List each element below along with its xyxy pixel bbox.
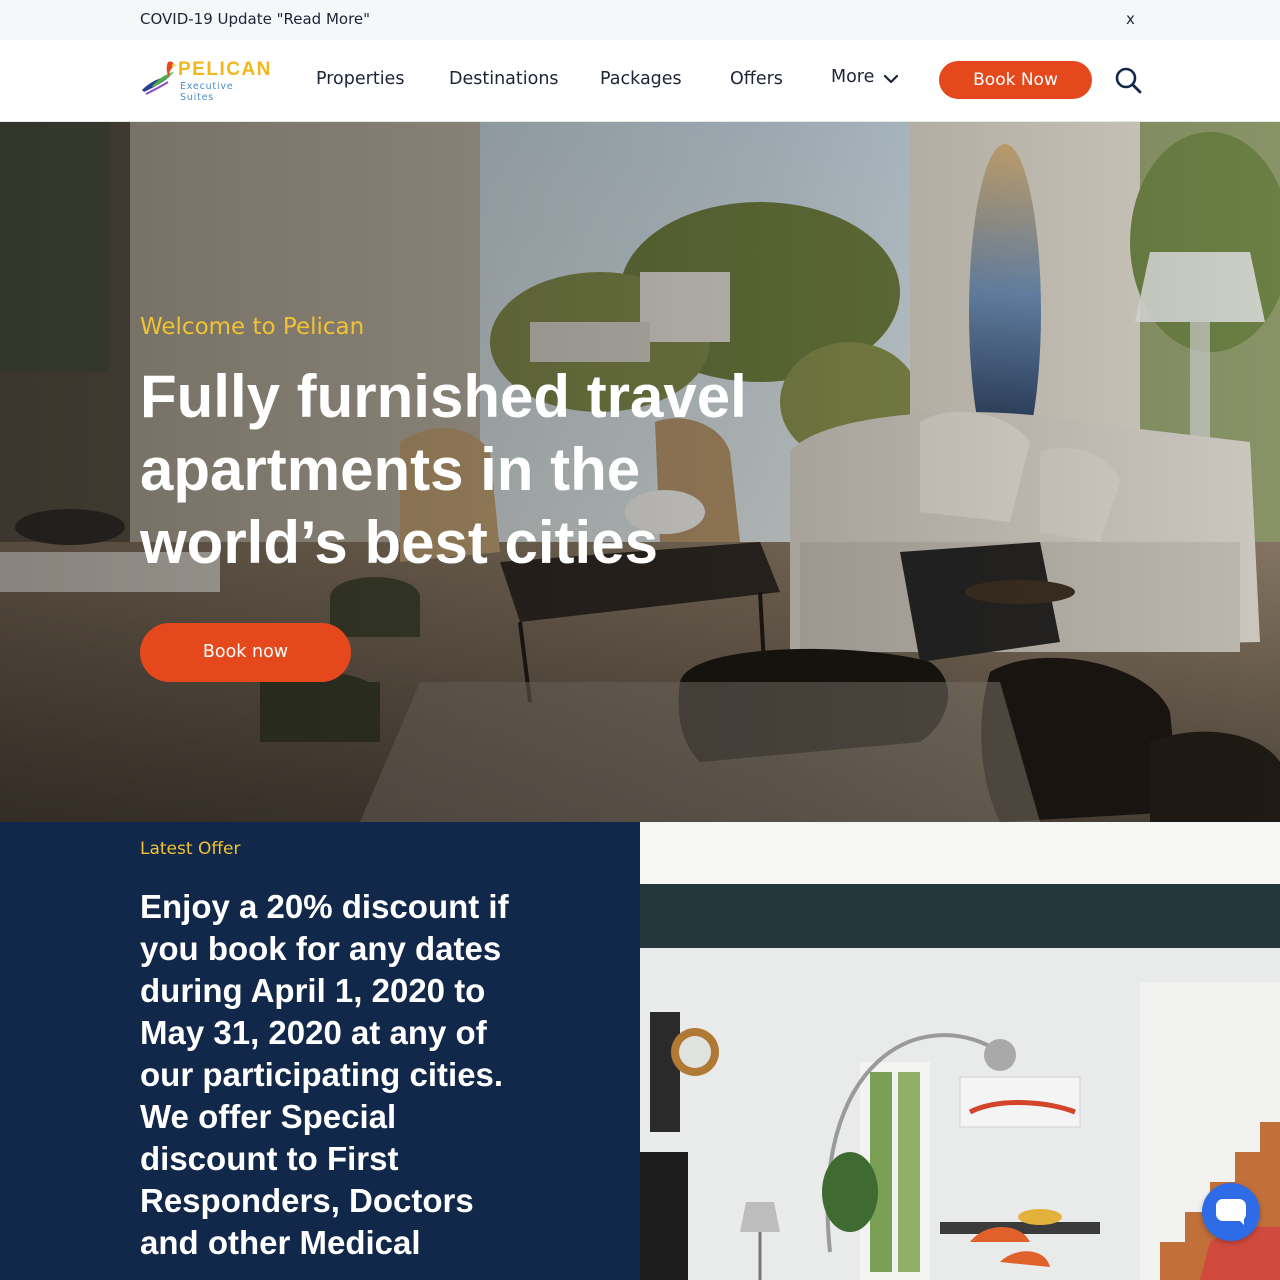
latest-offer-panel: Latest Offer Enjoy a 20% discount if you… (0, 822, 640, 1280)
nav-more[interactable]: More (831, 67, 874, 87)
nav-destinations[interactable]: Destinations (449, 69, 559, 89)
announcement-bar: COVID-19 Update "Read More" x (0, 0, 1280, 40)
offer-text: Enjoy a 20% discount if you book for any… (140, 888, 509, 1261)
chevron-down-icon[interactable] (883, 72, 899, 86)
hero-title: Fully furnished travel apartments in the… (140, 363, 747, 576)
hero-book-button[interactable]: Book now (140, 623, 351, 682)
nav-properties[interactable]: Properties (316, 69, 404, 89)
book-now-button[interactable]: Book Now (939, 61, 1092, 99)
announcement-text[interactable]: COVID-19 Update "Read More" (140, 10, 370, 28)
hero-eyebrow: Welcome to Pelican (140, 314, 365, 340)
hero-section: Welcome to Pelican Fully furnished trave… (0, 122, 1280, 822)
offer-interior-image (640, 822, 1280, 1280)
nav-offers[interactable]: Offers (730, 69, 783, 89)
nav-packages[interactable]: Packages (600, 69, 682, 89)
brand-name: PELICAN (178, 59, 272, 80)
chat-bubble-tail (1236, 1217, 1244, 1225)
brand-tagline: Executive Suites (180, 81, 234, 103)
search-icon[interactable] (1114, 66, 1142, 94)
pelican-bird-icon (142, 61, 177, 95)
announcement-close-button[interactable]: x (1126, 10, 1135, 28)
chat-button[interactable] (1202, 1183, 1260, 1241)
offer-label: Latest Offer (140, 839, 241, 859)
apartment-interior-illustration (640, 822, 1280, 1280)
brand-logo[interactable]: PELICAN Executive Suites (140, 56, 272, 103)
